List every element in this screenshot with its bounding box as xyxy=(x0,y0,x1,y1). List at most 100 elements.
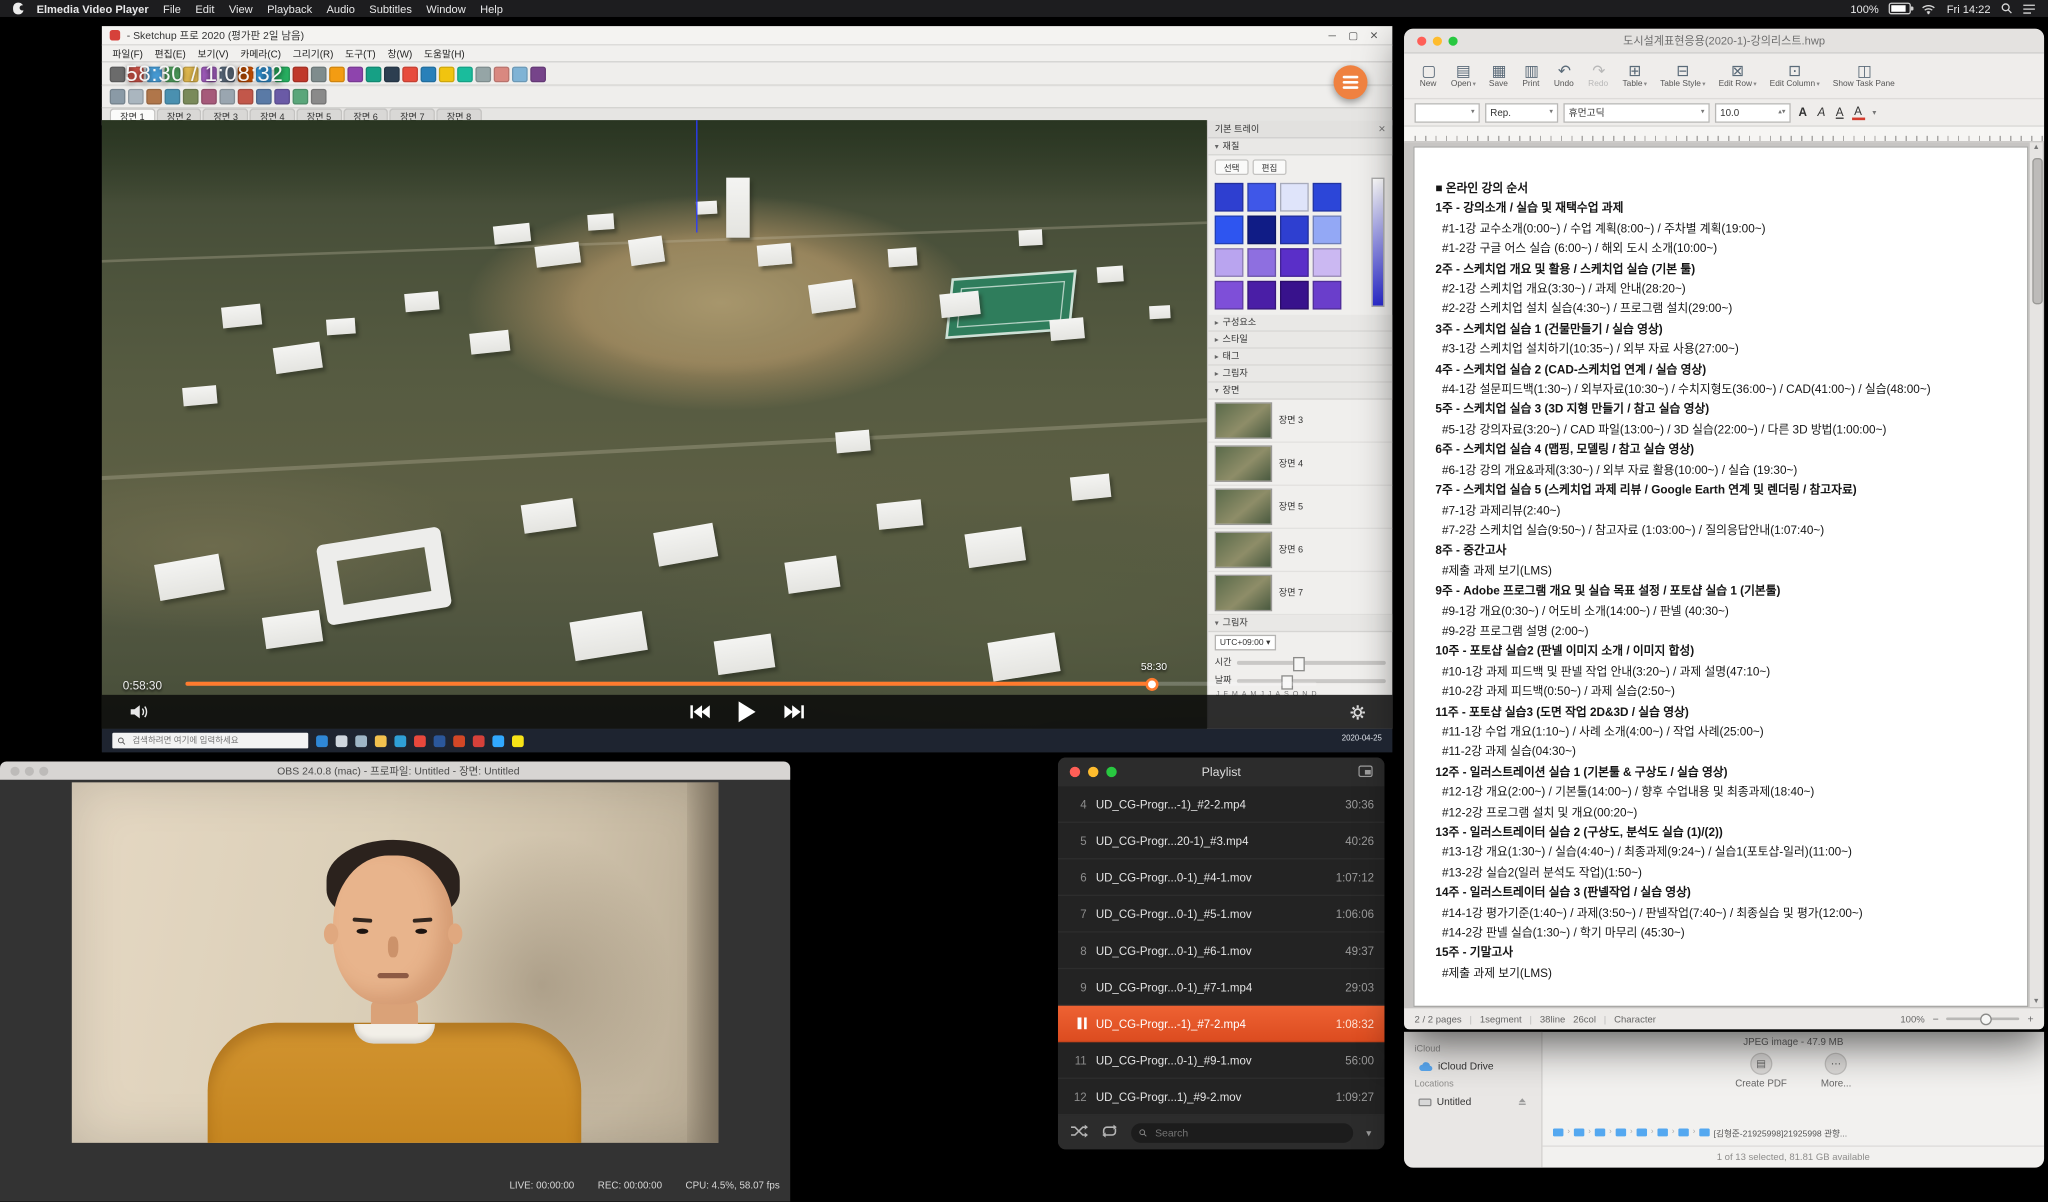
orbit-tool-icon[interactable] xyxy=(366,66,382,82)
shuffle-icon[interactable] xyxy=(1071,1121,1088,1145)
notification-center-icon[interactable] xyxy=(2023,3,2035,13)
color-swatch[interactable] xyxy=(1280,281,1309,310)
tray-panel-header[interactable]: ▸그림자 xyxy=(1208,366,1392,383)
color-swatch[interactable] xyxy=(1280,216,1309,245)
maximize-button[interactable]: ▢ xyxy=(1343,29,1364,41)
tray-panel-header[interactable]: ▸구성요소 xyxy=(1208,315,1392,332)
photoshop-icon[interactable] xyxy=(492,735,504,747)
previous-track-button[interactable] xyxy=(690,704,710,720)
shadows-toggle-icon[interactable] xyxy=(530,66,546,82)
components-panel-icon[interactable] xyxy=(146,89,162,105)
scene-list-item[interactable]: 장면 4 xyxy=(1208,443,1392,486)
zoom-out-button[interactable]: − xyxy=(1933,1013,1939,1025)
hwp-toolbar-button[interactable]: ◫ Show Task Pane xyxy=(1828,60,1902,91)
pan-tool-icon[interactable] xyxy=(384,66,400,82)
fog-toggle-icon[interactable] xyxy=(219,89,235,105)
edge-icon[interactable] xyxy=(394,735,406,747)
section-plane-icon[interactable] xyxy=(512,66,528,82)
color-swatch[interactable] xyxy=(1247,281,1276,310)
materials-tab[interactable]: 선택 xyxy=(1215,159,1249,175)
color-swatch[interactable] xyxy=(1313,183,1342,212)
finder-path-bar[interactable]: › › › › › › › [김형준-21925998]21925998 관향.… xyxy=(1553,1126,2034,1139)
menu-item[interactable]: Subtitles xyxy=(369,2,412,15)
axes-icon[interactable] xyxy=(238,89,254,105)
walk-tool-icon[interactable] xyxy=(494,66,510,82)
battery-icon[interactable] xyxy=(1889,3,1911,15)
font-family-dropdown[interactable]: 휴먼고딕▾ xyxy=(1563,103,1709,123)
document-page[interactable]: ■ 온라인 강의 순서1주 - 강의소개 / 실습 및 재택수업 과제 #1-1… xyxy=(1413,146,2028,1007)
sketchup-menu-item[interactable]: 그리기(R) xyxy=(293,46,334,60)
windows-start-icon[interactable] xyxy=(316,735,328,747)
tape-measure-icon[interactable] xyxy=(293,66,309,82)
finder-action-button[interactable]: ▤ Create PDF xyxy=(1735,1053,1787,1090)
hwp-toolbar-button[interactable]: ▥ Print xyxy=(1517,60,1546,91)
hwp-toolbar-button[interactable]: ↶ Undo xyxy=(1549,60,1581,91)
progress-knob[interactable] xyxy=(1145,677,1158,690)
sketchup-menu-item[interactable]: 카메라(C) xyxy=(240,46,281,60)
playlist-row[interactable]: 10 UD_CG-Progr...-1)_#7-2.mp4 1:08:32 xyxy=(1058,1006,1385,1043)
playlist-row[interactable]: 4 UD_CG-Progr...-1)_#2-2.mp4 30:36 xyxy=(1058,786,1385,823)
sidebar-item-untitled[interactable]: Untitled xyxy=(1415,1093,1531,1110)
select-tool-icon[interactable] xyxy=(110,66,126,82)
underline-button[interactable]: A xyxy=(1833,106,1846,119)
paint-bucket-icon[interactable] xyxy=(329,66,345,82)
close-button[interactable]: ✕ xyxy=(1364,29,1385,41)
sketchup-3d-viewport[interactable] xyxy=(102,120,1207,729)
apple-menu-icon[interactable] xyxy=(13,3,23,15)
hwp-zoom-button[interactable] xyxy=(1448,36,1457,45)
playlist-search-box[interactable] xyxy=(1131,1123,1353,1143)
hwp-close-button[interactable] xyxy=(1417,36,1426,45)
color-swatch[interactable] xyxy=(1313,248,1342,277)
zoom-tool-icon[interactable] xyxy=(402,66,418,82)
task-view-icon[interactable] xyxy=(355,735,367,747)
chrome-icon[interactable] xyxy=(414,735,426,747)
tray-panel-header[interactable]: ▸스타일 xyxy=(1208,332,1392,349)
tray-panel-header[interactable]: ▸태그 xyxy=(1208,349,1392,366)
scene-list-item[interactable]: 장면 5 xyxy=(1208,486,1392,529)
color-swatch[interactable] xyxy=(1247,248,1276,277)
kakaotalk-icon[interactable] xyxy=(512,735,524,747)
shadows-panel-header[interactable]: ▾그림자 xyxy=(1208,615,1392,632)
taskbar-search-input[interactable] xyxy=(130,735,303,747)
sketchup-menu-item[interactable]: 편집(E) xyxy=(155,46,186,60)
italic-button[interactable]: A xyxy=(1815,106,1828,119)
color-value-slider[interactable] xyxy=(1371,178,1384,307)
settings-gear-icon[interactable] xyxy=(1349,703,1366,720)
app-menu-title[interactable]: Elmedia Video Player xyxy=(37,2,149,15)
finder-action-button[interactable]: ⋯ More... xyxy=(1821,1053,1851,1090)
color-swatch[interactable] xyxy=(1247,216,1276,245)
font-color-button[interactable]: A xyxy=(1851,104,1864,120)
playlist-row[interactable]: 5 UD_CG-Progr...20-1)_#3.mp4 40:26 xyxy=(1058,823,1385,860)
scenes-panel-header[interactable]: ▾장면 xyxy=(1208,383,1392,400)
hwp-ruler[interactable] xyxy=(1404,125,2044,142)
style-set-dropdown[interactable]: Rep.▾ xyxy=(1485,103,1558,123)
menu-item[interactable]: File xyxy=(163,2,181,15)
zoom-slider-knob[interactable] xyxy=(1981,1014,1993,1026)
hwp-toolbar-button[interactable]: ⊡ Edit Column▾ xyxy=(1764,60,1825,91)
color-swatch[interactable] xyxy=(1313,216,1342,245)
menu-item[interactable]: Audio xyxy=(327,2,355,15)
menu-item[interactable]: Playback xyxy=(267,2,312,15)
scene-list-item[interactable]: 장면 3 xyxy=(1208,400,1392,443)
taskbar-clock[interactable]: 2020-04-25 xyxy=(1342,736,1382,746)
powerpoint-icon[interactable] xyxy=(453,735,465,747)
menu-item[interactable]: Window xyxy=(426,2,465,15)
color-swatch[interactable] xyxy=(1280,183,1309,212)
redo-icon[interactable] xyxy=(128,89,144,105)
playlist-row[interactable]: 9 UD_CG-Progr...0-1)_#7-1.mp4 29:03 xyxy=(1058,969,1385,1006)
obs-minimize-button[interactable] xyxy=(25,766,34,775)
playlist-search-input[interactable] xyxy=(1152,1125,1345,1139)
hwp-toolbar-button[interactable]: ⊠ Edit Row▾ xyxy=(1713,60,1761,91)
obs-zoom-button[interactable] xyxy=(39,766,48,775)
position-camera-icon[interactable] xyxy=(475,66,491,82)
color-swatch[interactable] xyxy=(1247,183,1276,212)
minimize-button[interactable]: ─ xyxy=(1322,29,1343,41)
repeat-icon[interactable] xyxy=(1101,1121,1118,1145)
styles-panel-icon[interactable] xyxy=(183,89,199,105)
file-explorer-icon[interactable] xyxy=(375,735,387,747)
webcam-preview[interactable] xyxy=(72,782,719,1142)
hwp-toolbar-button[interactable]: ⊞ Table▾ xyxy=(1617,60,1652,91)
wifi-icon[interactable] xyxy=(1922,3,1936,13)
zoom-extents-icon[interactable] xyxy=(421,66,437,82)
materials-panel-icon[interactable] xyxy=(165,89,181,105)
